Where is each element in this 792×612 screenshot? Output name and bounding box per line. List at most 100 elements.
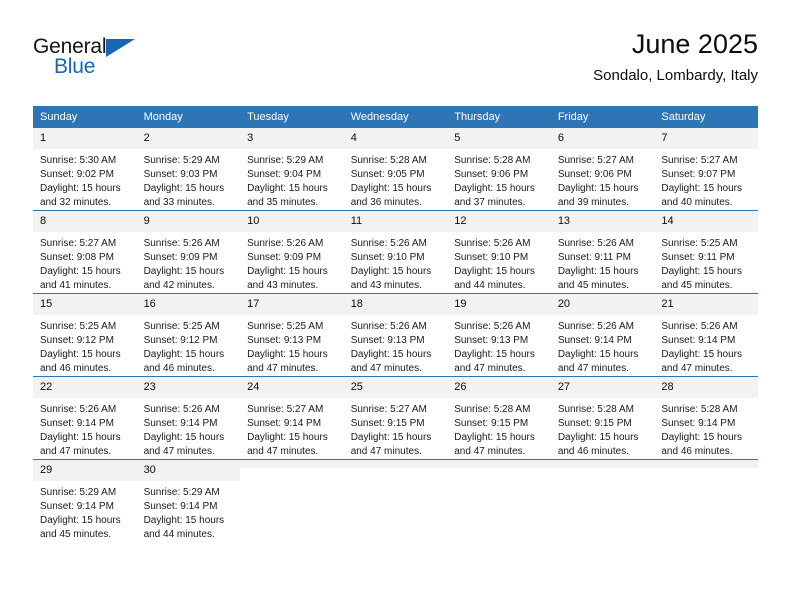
day-cell[interactable]: 1 Sunrise: 5:30 AM Sunset: 9:02 PM Dayli…	[33, 127, 137, 211]
day-details: Sunrise: 5:26 AM Sunset: 9:09 PM Dayligh…	[137, 232, 241, 293]
day-cell[interactable]: 27 Sunrise: 5:28 AM Sunset: 9:15 PM Dayl…	[550, 376, 655, 460]
daylight-text-line2: and 47 minutes.	[454, 446, 526, 457]
day-cell[interactable]: 21 Sunrise: 5:26 AM Sunset: 9:14 PM Dayl…	[654, 293, 758, 377]
day-number: 17	[240, 294, 344, 315]
week-row: 1 Sunrise: 5:30 AM Sunset: 9:02 PM Dayli…	[33, 127, 758, 211]
day-number: 5	[447, 128, 551, 149]
day-cell[interactable]: 30 Sunrise: 5:29 AM Sunset: 9:14 PM Dayl…	[136, 459, 241, 542]
daylight-text-line2: and 35 minutes.	[247, 197, 319, 208]
day-cell[interactable]: 20 Sunrise: 5:26 AM Sunset: 9:14 PM Dayl…	[550, 293, 655, 377]
day-cell[interactable]: 19 Sunrise: 5:26 AM Sunset: 9:13 PM Dayl…	[447, 293, 551, 377]
day-details: Sunrise: 5:29 AM Sunset: 9:14 PM Dayligh…	[137, 481, 241, 542]
daylight-text-line1: Daylight: 15 hours	[350, 183, 432, 194]
day-number: 11	[343, 211, 448, 232]
day-details: Sunrise: 5:28 AM Sunset: 9:15 PM Dayligh…	[447, 398, 551, 459]
day-cell[interactable]: 23 Sunrise: 5:26 AM Sunset: 9:14 PM Dayl…	[136, 376, 241, 460]
day-cell[interactable]: 8 Sunrise: 5:27 AM Sunset: 9:08 PM Dayli…	[33, 210, 137, 294]
daylight-text-line2: and 32 minutes.	[40, 197, 112, 208]
weekday-header-friday: Friday	[550, 106, 655, 128]
daylight-text-line2: and 40 minutes.	[661, 197, 733, 208]
day-cell[interactable]: 9 Sunrise: 5:26 AM Sunset: 9:09 PM Dayli…	[136, 210, 241, 294]
daylight-text-line1: Daylight: 15 hours	[350, 432, 432, 443]
day-cell[interactable]: 25 Sunrise: 5:27 AM Sunset: 9:15 PM Dayl…	[343, 376, 448, 460]
day-details: Sunrise: 5:28 AM Sunset: 9:15 PM Dayligh…	[551, 398, 655, 459]
daylight-text-line2: and 42 minutes.	[143, 280, 215, 291]
day-cell[interactable]: 6 Sunrise: 5:27 AM Sunset: 9:06 PM Dayli…	[550, 127, 655, 211]
day-cell[interactable]: 14 Sunrise: 5:25 AM Sunset: 9:11 PM Dayl…	[654, 210, 758, 294]
day-cell[interactable]: 11 Sunrise: 5:26 AM Sunset: 9:10 PM Dayl…	[343, 210, 448, 294]
sunset-text: Sunset: 9:04 PM	[247, 169, 322, 180]
daylight-text-line1: Daylight: 15 hours	[143, 183, 225, 194]
daylight-text-line1: Daylight: 15 hours	[661, 266, 742, 277]
daylight-text-line2: and 46 minutes.	[143, 363, 215, 374]
sunrise-text: Sunrise: 5:29 AM	[247, 155, 324, 166]
daylight-text-line1: Daylight: 15 hours	[40, 183, 121, 194]
day-cell[interactable]: 18 Sunrise: 5:26 AM Sunset: 9:13 PM Dayl…	[343, 293, 448, 377]
day-details: Sunrise: 5:26 AM Sunset: 9:14 PM Dayligh…	[551, 315, 655, 376]
day-number: 8	[33, 211, 137, 232]
day-details: Sunrise: 5:26 AM Sunset: 9:13 PM Dayligh…	[447, 315, 551, 376]
day-details: Sunrise: 5:25 AM Sunset: 9:13 PM Dayligh…	[240, 315, 344, 376]
sunrise-text: Sunrise: 5:26 AM	[143, 404, 220, 415]
daylight-text-line2: and 47 minutes.	[350, 446, 422, 457]
daylight-text-line2: and 45 minutes.	[661, 280, 733, 291]
day-cell[interactable]: 10 Sunrise: 5:26 AM Sunset: 9:09 PM Dayl…	[240, 210, 344, 294]
day-cell[interactable]: 2 Sunrise: 5:29 AM Sunset: 9:03 PM Dayli…	[136, 127, 241, 211]
sunset-text: Sunset: 9:02 PM	[40, 169, 114, 180]
daylight-text-line1: Daylight: 15 hours	[143, 349, 225, 360]
day-cell[interactable]: 3 Sunrise: 5:29 AM Sunset: 9:04 PM Dayli…	[240, 127, 344, 211]
sunrise-text: Sunrise: 5:26 AM	[557, 238, 634, 249]
sunset-text: Sunset: 9:12 PM	[143, 335, 218, 346]
daylight-text-line1: Daylight: 15 hours	[247, 183, 328, 194]
day-details: Sunrise: 5:28 AM Sunset: 9:05 PM Dayligh…	[344, 149, 448, 210]
day-number	[550, 460, 655, 468]
sunset-text: Sunset: 9:14 PM	[661, 418, 736, 429]
day-number	[240, 460, 344, 468]
day-cell[interactable]: 13 Sunrise: 5:26 AM Sunset: 9:11 PM Dayl…	[550, 210, 655, 294]
daylight-text-line2: and 41 minutes.	[40, 280, 112, 291]
daylight-text-line1: Daylight: 15 hours	[661, 183, 742, 194]
day-cell[interactable]: 5 Sunrise: 5:28 AM Sunset: 9:06 PM Dayli…	[447, 127, 551, 211]
day-cell[interactable]: 26 Sunrise: 5:28 AM Sunset: 9:15 PM Dayl…	[447, 376, 551, 460]
day-number: 7	[654, 128, 758, 149]
day-number: 12	[447, 211, 551, 232]
day-cell[interactable]: 28 Sunrise: 5:28 AM Sunset: 9:14 PM Dayl…	[654, 376, 758, 460]
day-number: 29	[33, 460, 137, 481]
day-cell[interactable]: 12 Sunrise: 5:26 AM Sunset: 9:10 PM Dayl…	[447, 210, 551, 294]
sunset-text: Sunset: 9:11 PM	[661, 252, 735, 263]
daylight-text-line2: and 46 minutes.	[661, 446, 733, 457]
day-details: Sunrise: 5:25 AM Sunset: 9:11 PM Dayligh…	[654, 232, 758, 293]
sunset-text: Sunset: 9:13 PM	[454, 335, 529, 346]
sunset-text: Sunset: 9:15 PM	[454, 418, 529, 429]
day-number: 3	[240, 128, 344, 149]
sunrise-text: Sunrise: 5:26 AM	[247, 238, 324, 249]
sunrise-text: Sunrise: 5:27 AM	[557, 155, 634, 166]
day-number: 27	[550, 377, 655, 398]
day-cell[interactable]: 4 Sunrise: 5:28 AM Sunset: 9:05 PM Dayli…	[343, 127, 448, 211]
daylight-text-line2: and 37 minutes.	[454, 197, 526, 208]
day-cell[interactable]: 22 Sunrise: 5:26 AM Sunset: 9:14 PM Dayl…	[33, 376, 137, 460]
week-row: 8 Sunrise: 5:27 AM Sunset: 9:08 PM Dayli…	[33, 210, 758, 294]
sunrise-text: Sunrise: 5:25 AM	[143, 321, 220, 332]
daylight-text-line2: and 43 minutes.	[350, 280, 422, 291]
day-cell[interactable]: 15 Sunrise: 5:25 AM Sunset: 9:12 PM Dayl…	[33, 293, 137, 377]
day-cell[interactable]: 7 Sunrise: 5:27 AM Sunset: 9:07 PM Dayli…	[654, 127, 758, 211]
day-number: 13	[550, 211, 655, 232]
sunrise-text: Sunrise: 5:25 AM	[661, 238, 738, 249]
daylight-text-line1: Daylight: 15 hours	[557, 183, 639, 194]
daylight-text-line1: Daylight: 15 hours	[350, 266, 432, 277]
day-cell[interactable]: 16 Sunrise: 5:25 AM Sunset: 9:12 PM Dayl…	[136, 293, 241, 377]
daylight-text-line2: and 46 minutes.	[557, 446, 629, 457]
day-cell[interactable]: 17 Sunrise: 5:25 AM Sunset: 9:13 PM Dayl…	[240, 293, 344, 377]
sunrise-text: Sunrise: 5:26 AM	[454, 321, 531, 332]
day-cell[interactable]: 29 Sunrise: 5:29 AM Sunset: 9:14 PM Dayl…	[33, 459, 137, 542]
day-cell[interactable]: 24 Sunrise: 5:27 AM Sunset: 9:14 PM Dayl…	[240, 376, 344, 460]
day-number: 25	[343, 377, 448, 398]
calendar-table: Sunday Monday Tuesday Wednesday Thursday…	[33, 106, 758, 542]
day-number: 28	[654, 377, 758, 398]
day-number: 14	[654, 211, 758, 232]
page-title: June 2025	[631, 29, 758, 59]
daylight-text-line2: and 47 minutes.	[247, 363, 319, 374]
day-number: 26	[447, 377, 551, 398]
sunset-text: Sunset: 9:15 PM	[350, 418, 425, 429]
